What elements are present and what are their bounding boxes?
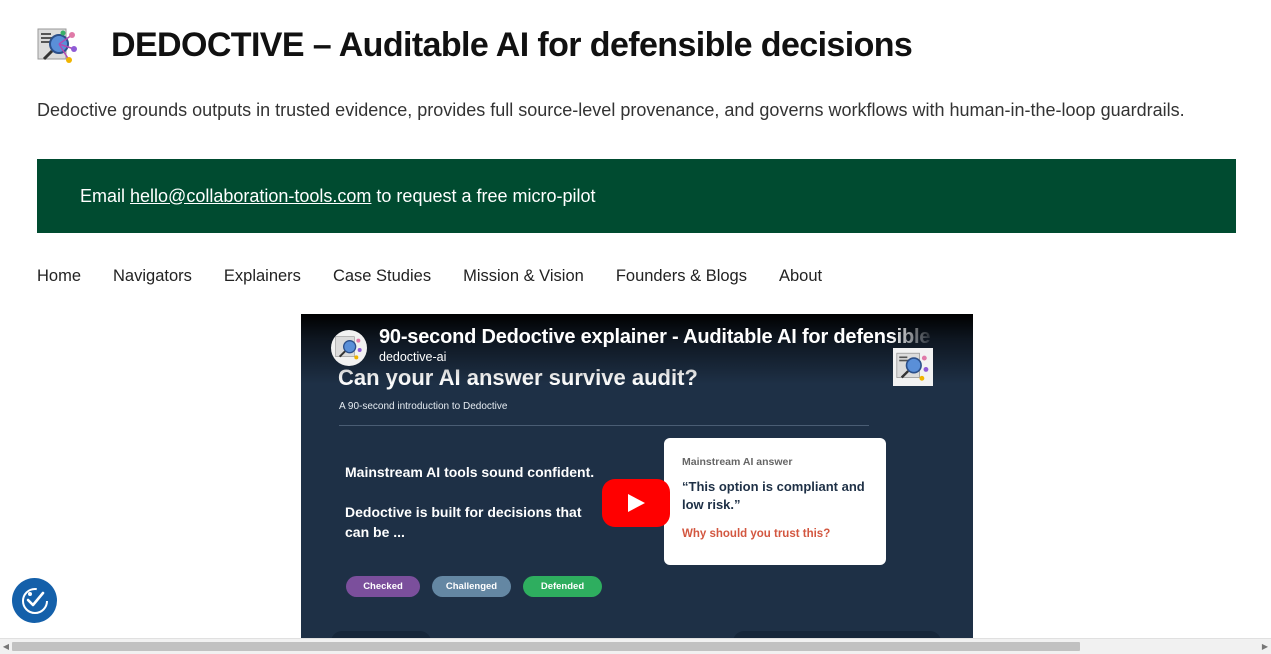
pilot-banner: Email hello@collaboration-tools.com to r… [37,159,1236,233]
scroll-right-icon[interactable]: ▶ [1259,639,1271,654]
banner-prefix: Email [80,185,126,206]
scrollbar-thumb[interactable] [12,642,1080,651]
slide-divider [339,425,869,426]
site-title[interactable]: DEDOCTIVE – Auditable AI for defensible … [111,26,913,65]
channel-watermark[interactable] [893,348,933,386]
horizontal-scrollbar[interactable]: ◀ ▶ [0,638,1271,654]
site-header: DEDOCTIVE – Auditable AI for defensible … [37,26,913,65]
nav-item-founders-blogs[interactable]: Founders & Blogs [616,267,747,286]
network-analysis-icon [896,352,929,381]
main-navigation: Home Navigators Explainers Case Studies … [37,267,822,286]
nav-item-home[interactable]: Home [37,267,81,286]
defended-pill: Defended [523,576,602,597]
checked-pill: Checked [346,576,420,597]
youtube-play-icon [628,494,645,512]
channel-name[interactable]: dedoctive-ai [379,350,446,364]
card-quote: “This option is compliant and low risk.” [682,479,865,512]
network-analysis-icon [37,28,77,63]
video-title-overlay [301,314,973,384]
scroll-left-icon[interactable]: ◀ [0,639,12,654]
nav-item-mission-vision[interactable]: Mission & Vision [463,267,584,286]
site-logo-link[interactable] [37,27,79,65]
challenged-pill: Challenged [432,576,511,597]
nav-item-case-studies[interactable]: Case Studies [333,267,431,286]
card-label: Mainstream AI answer [682,456,793,468]
accessibility-button[interactable] [12,578,57,623]
accessibility-check-icon [21,587,48,614]
slide-statement: Mainstream AI tools sound confident. [345,464,595,480]
play-button[interactable] [602,479,670,527]
banner-email-link[interactable]: hello@collaboration-tools.com [130,186,371,207]
nav-item-navigators[interactable]: Navigators [113,267,192,286]
nav-item-explainers[interactable]: Explainers [224,267,301,286]
site-tagline: Dedoctive grounds outputs in trusted evi… [37,100,1185,120]
explainer-video-embed[interactable]: Can your AI answer survive audit? A 90-s… [301,314,973,639]
slide-claim: Dedoctive is built for decisions that ca… [345,504,582,540]
video-title[interactable]: 90-second Dedoctive explainer - Auditabl… [379,326,935,349]
channel-avatar[interactable] [331,330,367,366]
network-analysis-icon [335,336,362,360]
slide-subtitle: A 90-second introduction to Dedoctive [339,401,508,412]
card-question: Why should you trust this? [682,528,831,540]
ai-answer-card: Mainstream AI answer “This option is com… [664,438,886,565]
banner-suffix: to request a free micro-pilot [376,185,596,206]
nav-item-about[interactable]: About [779,267,822,286]
